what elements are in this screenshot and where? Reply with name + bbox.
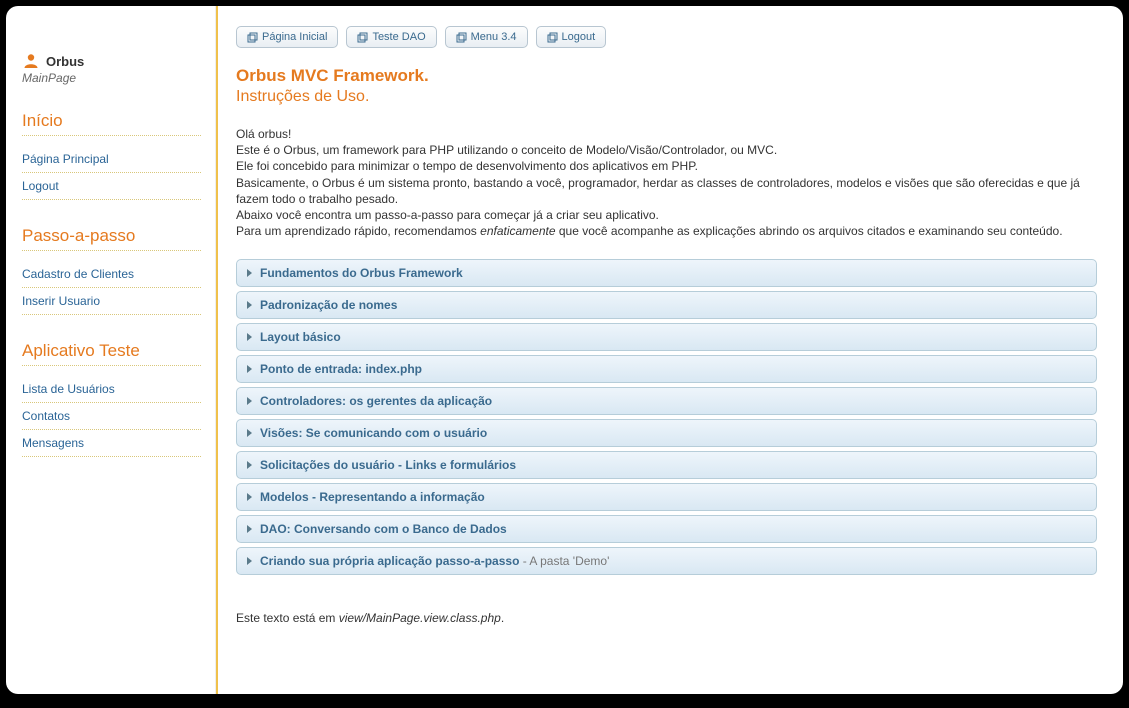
chevron-right-icon <box>247 493 252 501</box>
chevron-right-icon <box>247 365 252 373</box>
accordion-item-padronizacao[interactable]: Padronização de nomes <box>236 291 1097 319</box>
sidebar-section-aplicativo: Aplicativo Teste <box>22 341 201 366</box>
sidebar-link-pagina-principal[interactable]: Página Principal <box>22 146 201 173</box>
sidebar-link-inserir-usuario[interactable]: Inserir Usuario <box>22 288 201 315</box>
accordion-item-fundamentos[interactable]: Fundamentos do Orbus Framework <box>236 259 1097 287</box>
intro-line: Para um aprendizado rápido, recomendamos… <box>236 223 1097 239</box>
toolbar-menu-button[interactable]: Menu 3.4 <box>445 26 528 48</box>
accordion-item-dao[interactable]: DAO: Conversando com o Banco de Dados <box>236 515 1097 543</box>
chevron-right-icon <box>247 269 252 277</box>
brand: Orbus <box>22 52 201 70</box>
chevron-right-icon <box>247 525 252 533</box>
newwin-icon <box>547 32 558 43</box>
button-label: Página Inicial <box>262 31 327 43</box>
chevron-right-icon <box>247 301 252 309</box>
chevron-right-icon <box>247 461 252 469</box>
intro-line: Basicamente, o Orbus é um sistema pronto… <box>236 175 1097 207</box>
accordion-item-layout[interactable]: Layout básico <box>236 323 1097 351</box>
newwin-icon <box>247 32 258 43</box>
chevron-right-icon <box>247 397 252 405</box>
sidebar-link-lista-usuarios[interactable]: Lista de Usuários <box>22 376 201 403</box>
app-frame: Orbus MainPage Início Página Principal L… <box>6 6 1123 694</box>
accordion-item-solicitacoes[interactable]: Solicitações do usuário - Links e formul… <box>236 451 1097 479</box>
intro-line: Este é o Orbus, um framework para PHP ut… <box>236 142 1097 158</box>
intro-line: Olá orbus! <box>236 126 1097 142</box>
sidebar-section-inicio: Início <box>22 111 201 136</box>
main-content: Página Inicial Teste DAO Menu 3.4 <box>216 6 1123 694</box>
accordion-item-criando[interactable]: Criando sua própria aplicação passo-a-pa… <box>236 547 1097 575</box>
button-label: Teste DAO <box>372 31 425 43</box>
brand-subtitle: MainPage <box>22 71 201 85</box>
sidebar-link-contatos[interactable]: Contatos <box>22 403 201 430</box>
sidebar-link-mensagens[interactable]: Mensagens <box>22 430 201 457</box>
chevron-right-icon <box>247 429 252 437</box>
intro-line: Abaixo você encontra um passo-a-passo pa… <box>236 207 1097 223</box>
toolbar-teste-dao-button[interactable]: Teste DAO <box>346 26 436 48</box>
accordion-item-modelos[interactable]: Modelos - Representando a informação <box>236 483 1097 511</box>
chevron-right-icon <box>247 333 252 341</box>
button-label: Logout <box>562 31 596 43</box>
page-subtitle: Instruções de Uso. <box>236 88 1097 106</box>
toolbar: Página Inicial Teste DAO Menu 3.4 <box>236 26 1097 48</box>
sidebar: Orbus MainPage Início Página Principal L… <box>6 6 216 694</box>
sidebar-link-cadastro-clientes[interactable]: Cadastro de Clientes <box>22 261 201 288</box>
accordion-item-ponto-entrada[interactable]: Ponto de entrada: index.php <box>236 355 1097 383</box>
button-label: Menu 3.4 <box>471 31 517 43</box>
accordion-item-visoes[interactable]: Visões: Se comunicando com o usuário <box>236 419 1097 447</box>
brand-name: Orbus <box>46 54 84 69</box>
footer-note: Este texto está em view/MainPage.view.cl… <box>236 611 1097 625</box>
accordion: Fundamentos do Orbus Framework Padroniza… <box>236 259 1097 575</box>
sidebar-section-passo: Passo-a-passo <box>22 226 201 251</box>
page-title: Orbus MVC Framework. <box>236 66 1097 86</box>
accordion-item-controladores[interactable]: Controladores: os gerentes da aplicação <box>236 387 1097 415</box>
chevron-right-icon <box>247 557 252 565</box>
toolbar-pagina-inicial-button[interactable]: Página Inicial <box>236 26 338 48</box>
newwin-icon <box>357 32 368 43</box>
intro-text: Olá orbus! Este é o Orbus, um framework … <box>236 126 1097 239</box>
intro-line: Ele foi concebido para minimizar o tempo… <box>236 158 1097 174</box>
newwin-icon <box>456 32 467 43</box>
sidebar-link-logout[interactable]: Logout <box>22 173 201 200</box>
user-icon <box>22 52 40 70</box>
toolbar-logout-button[interactable]: Logout <box>536 26 607 48</box>
